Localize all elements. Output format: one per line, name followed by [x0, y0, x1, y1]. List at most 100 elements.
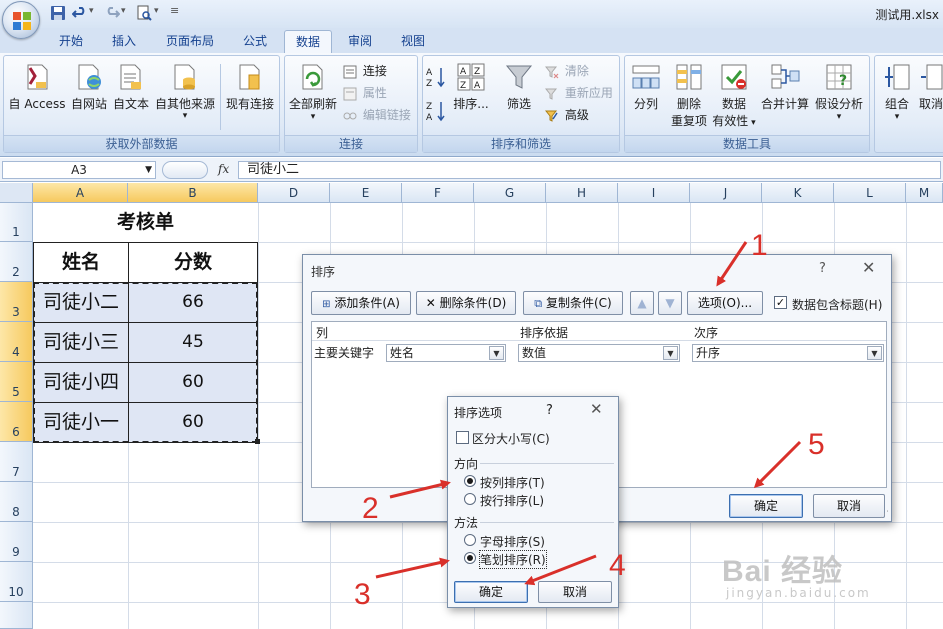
reapply-button[interactable]: 重新应用: [545, 84, 613, 101]
clear-filter-button[interactable]: 清除: [545, 62, 589, 79]
row-header-4[interactable]: 4: [0, 322, 33, 362]
copy-condition-button[interactable]: ⧉ 复制条件(C): [523, 291, 623, 315]
remove-duplicates-button[interactable]: 删除 重复项: [667, 62, 711, 129]
advanced-filter-button[interactable]: 高级: [545, 106, 589, 123]
consolidate-button[interactable]: 合并计算: [759, 62, 811, 112]
select-all-corner[interactable]: [0, 183, 33, 203]
sort-order-select[interactable]: 升序 ▼: [692, 344, 884, 362]
tab-home[interactable]: 开始: [46, 30, 96, 53]
column-header-b[interactable]: B: [128, 183, 258, 203]
header-score-cell[interactable]: 分数: [128, 242, 258, 283]
name-cell[interactable]: 司徒小四: [33, 362, 129, 403]
tab-insert[interactable]: 插入: [100, 30, 148, 53]
name-box[interactable]: A3 ▼: [2, 161, 156, 179]
sort-cancel-button[interactable]: 取消: [813, 494, 885, 518]
row-header-9[interactable]: 9: [0, 522, 33, 562]
tab-data[interactable]: 数据: [284, 30, 332, 53]
column-header-k[interactable]: K: [762, 183, 834, 203]
print-preview-icon[interactable]: [136, 5, 152, 21]
preview-dropdown-icon[interactable]: ▾: [154, 6, 159, 16]
redo-icon[interactable]: [104, 5, 120, 21]
formula-expand-handle[interactable]: [162, 161, 208, 179]
row-header-1[interactable]: 1: [0, 203, 33, 242]
tab-page-layout[interactable]: 页面布局: [156, 30, 224, 53]
options-help-icon[interactable]: ?: [546, 403, 553, 418]
text-to-columns-button[interactable]: 分列: [627, 62, 665, 112]
undo-icon[interactable]: [72, 5, 88, 21]
row-header-11[interactable]: [0, 602, 33, 629]
office-button[interactable]: [2, 1, 40, 39]
existing-connections-button[interactable]: 现有连接: [222, 62, 278, 112]
sort-descending-button[interactable]: ZA: [425, 100, 447, 125]
refresh-all-button[interactable]: 全部刷新 ▾: [285, 62, 341, 122]
filter-button[interactable]: 筛选: [499, 62, 539, 112]
options-cancel-button[interactable]: 取消: [538, 581, 612, 603]
from-access-button[interactable]: 自 Access: [6, 62, 68, 112]
by-row-radio[interactable]: [464, 493, 476, 505]
options-ok-button[interactable]: 确定: [454, 581, 528, 603]
score-cell[interactable]: 60: [128, 362, 258, 403]
sort-on-select[interactable]: 数值 ▼: [518, 344, 680, 362]
options-close-icon[interactable]: ✕: [590, 400, 603, 418]
column-header-h[interactable]: H: [546, 183, 618, 203]
by-column-radio[interactable]: [464, 475, 476, 487]
sort-ascending-button[interactable]: AZ: [425, 66, 447, 91]
name-cell[interactable]: 司徒小三: [33, 322, 129, 363]
redo-dropdown-icon[interactable]: ▾: [121, 6, 126, 16]
row-header-2[interactable]: 2: [0, 242, 33, 282]
from-text-button[interactable]: 自文本: [110, 62, 152, 112]
score-cell[interactable]: 66: [128, 282, 258, 323]
sort-ok-button[interactable]: 确定: [729, 494, 803, 518]
name-cell[interactable]: 司徒小一: [33, 402, 129, 443]
tab-formulas[interactable]: 公式: [232, 30, 278, 53]
header-name-cell[interactable]: 姓名: [33, 242, 129, 283]
column-header-l[interactable]: L: [834, 183, 906, 203]
add-condition-button[interactable]: ⊞ 添加条件(A): [311, 291, 411, 315]
insert-function-icon[interactable]: fx: [218, 162, 229, 176]
column-header-m[interactable]: M: [906, 183, 943, 203]
customize-qat-icon[interactable]: ≡: [170, 4, 179, 17]
options-button[interactable]: 选项(O)...: [687, 291, 763, 315]
table-title[interactable]: 考核单: [33, 203, 258, 242]
row-header-5[interactable]: 5: [0, 362, 33, 402]
group-rows-button[interactable]: 组合 ▾: [877, 62, 917, 122]
column-header-f[interactable]: F: [402, 183, 474, 203]
row-header-7[interactable]: 7: [0, 442, 33, 482]
name-box-dropdown-icon[interactable]: ▼: [145, 162, 152, 178]
column-header-g[interactable]: G: [474, 183, 546, 203]
fill-handle[interactable]: [255, 439, 260, 444]
properties-button[interactable]: 属性: [343, 84, 387, 101]
row-header-8[interactable]: 8: [0, 482, 33, 522]
score-cell[interactable]: 60: [128, 402, 258, 443]
sort-button[interactable]: A Z Z A 排序...: [451, 62, 491, 112]
undo-dropdown-icon[interactable]: ▾: [89, 6, 94, 16]
move-down-icon[interactable]: ▼: [658, 291, 682, 315]
alphabetical-radio[interactable]: [464, 534, 476, 546]
resize-grip-icon[interactable]: ⋰: [880, 510, 889, 520]
has-headers-checkbox[interactable]: ✓: [774, 296, 787, 309]
ungroup-button[interactable]: 取消: [919, 62, 943, 112]
edit-links-button[interactable]: 编辑链接: [343, 106, 411, 123]
column-header-e[interactable]: E: [330, 183, 402, 203]
row-header-3[interactable]: 3: [0, 282, 33, 322]
from-other-sources-button[interactable]: 自其他来源 ▾: [152, 62, 218, 121]
save-icon[interactable]: [50, 5, 66, 21]
connections-button[interactable]: 连接: [343, 62, 387, 79]
tab-view[interactable]: 视图: [390, 30, 436, 53]
delete-condition-button[interactable]: ✕ 删除条件(D): [416, 291, 516, 315]
formula-input[interactable]: 司徒小二: [238, 161, 941, 179]
column-header-a[interactable]: A: [33, 183, 128, 203]
close-icon[interactable]: ✕: [862, 258, 875, 277]
from-web-button[interactable]: 自网站: [68, 62, 110, 112]
score-cell[interactable]: 45: [128, 322, 258, 363]
tab-review[interactable]: 审阅: [337, 30, 383, 53]
row-header-10[interactable]: 10: [0, 562, 33, 602]
data-validation-button[interactable]: 数据 有效性 ▾: [711, 62, 757, 129]
case-sensitive-checkbox[interactable]: [456, 431, 469, 444]
column-header-d[interactable]: D: [258, 183, 330, 203]
column-header-j[interactable]: J: [690, 183, 762, 203]
row-header-6[interactable]: 6: [0, 402, 33, 442]
stroke-radio[interactable]: [464, 552, 476, 564]
help-icon[interactable]: ?: [819, 261, 826, 276]
move-up-icon[interactable]: ▲: [630, 291, 654, 315]
